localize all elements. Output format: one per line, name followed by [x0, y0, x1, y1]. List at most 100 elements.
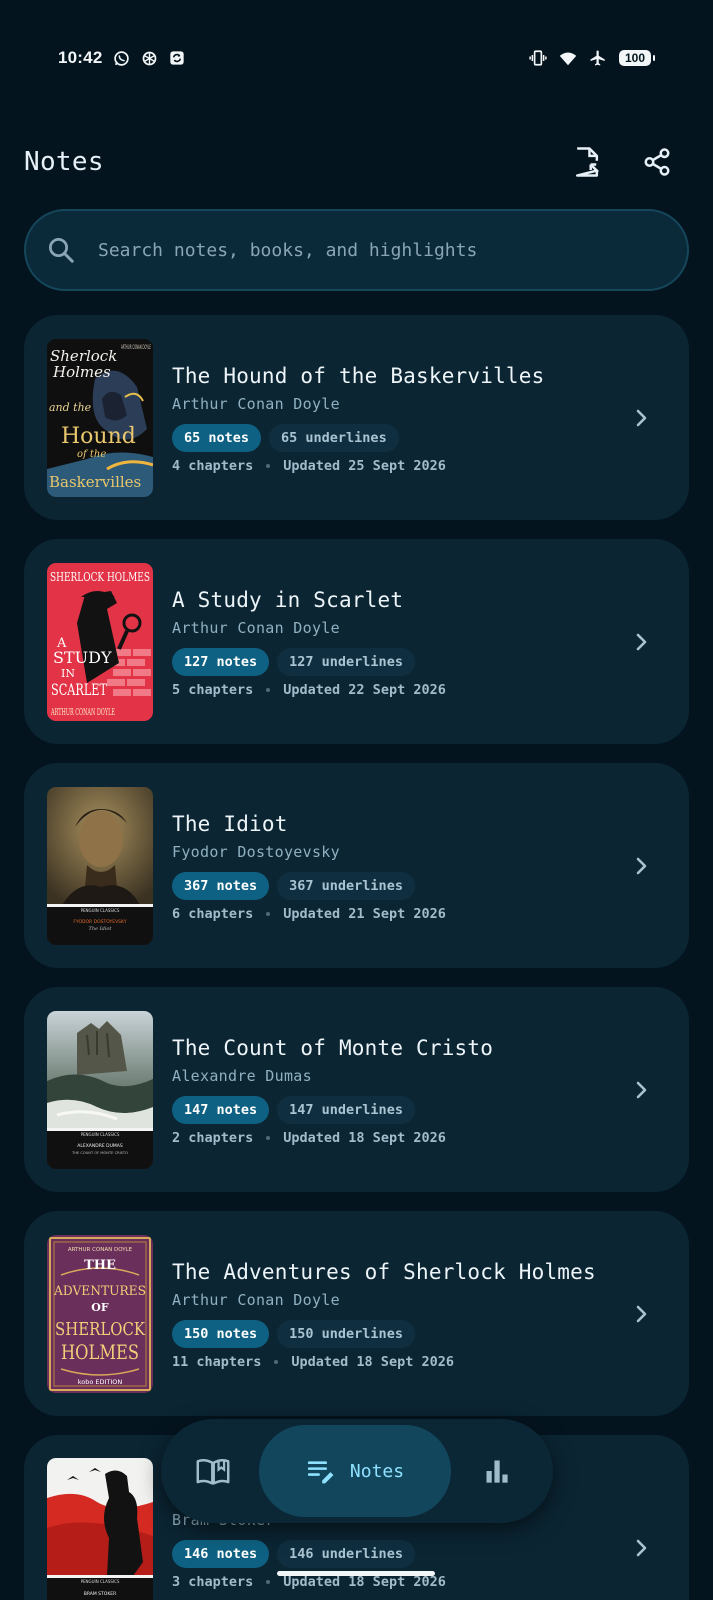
open-book-icon: [196, 1458, 230, 1485]
nav-notes-button[interactable]: Notes: [259, 1425, 451, 1517]
book-cover: PENGUIN CLASSICS ALEXANDRE DUMAS THE COU…: [47, 1010, 153, 1169]
cover-text: of the: [77, 449, 106, 460]
cover-text: ADVENTURES: [53, 1284, 146, 1299]
book-title: The Adventures of Sherlock Holmes: [172, 1259, 596, 1284]
chevron-right-icon: [636, 857, 647, 874]
cover-text: The Idiot: [89, 926, 113, 932]
chapters-count: 4 chapters: [172, 457, 254, 474]
cover-text: SCARLET: [51, 680, 107, 699]
bottom-navigation: Notes: [161, 1419, 553, 1523]
cover-text: PENGUIN CLASSICS: [81, 1579, 120, 1584]
cover-text: PENGUIN CLASSICS: [81, 1132, 120, 1137]
chapters-count: 3 chapters: [172, 1574, 254, 1590]
updated-date: Updated 22 Sept 2026: [283, 681, 446, 698]
book-card[interactable]: PENGUIN CLASSICS FYODOR DOSTOYEVSKY The …: [24, 763, 689, 968]
book-card[interactable]: ARTHUR CONAN DOYLE THE ADVENTURES OF SHE…: [24, 1211, 689, 1416]
book-author: Alexandre Dumas: [172, 1066, 312, 1085]
status-bar: 10:42 100: [58, 44, 655, 72]
nav-library-button[interactable]: [167, 1425, 259, 1517]
search-icon: [49, 238, 74, 263]
cover-text: Hound: [61, 424, 136, 449]
cover-text: kobo EDITION: [78, 1378, 123, 1386]
battery-indicator: 100: [619, 50, 655, 66]
underlines-count-chip: 65 underlines: [269, 423, 399, 452]
chevron-right-icon: [636, 1539, 647, 1557]
book-title: A Study in Scarlet: [172, 587, 404, 612]
cover-text: Baskervilles: [49, 473, 141, 491]
book-card[interactable]: PENGUIN CLASSICS ALEXANDRE DUMAS THE COU…: [24, 987, 689, 1192]
underlines-count-chip: 367 underlines: [277, 871, 415, 900]
page-title: Notes: [24, 147, 104, 177]
book-title: The Idiot: [172, 811, 288, 836]
notes-count-chip: 367 notes: [172, 871, 270, 900]
cover-text: ARTHUR CONAN DOYLE: [68, 1247, 133, 1253]
search-input[interactable]: [98, 239, 638, 261]
separator-dot: [274, 1359, 279, 1364]
updated-date: Updated 18 Sept 2026: [291, 1353, 454, 1370]
book-card[interactable]: SHERLOCK HOLMES A STUDY IN SCARLET ARTHU…: [24, 539, 689, 744]
separator-dot: [266, 911, 271, 916]
chapters-count: 6 chapters: [172, 905, 254, 922]
chapters-count: 2 chapters: [172, 1129, 254, 1146]
updated-date: Updated 21 Sept 2026: [283, 905, 446, 922]
chapters-count: 5 chapters: [172, 681, 254, 698]
nav-stats-button[interactable]: [451, 1425, 543, 1517]
airplane-mode-icon: [589, 49, 607, 67]
home-indicator[interactable]: [277, 1571, 435, 1576]
notes-count-chip: 146 notes: [172, 1540, 270, 1568]
cover-text: THE: [84, 1258, 116, 1273]
cover-text: and the: [49, 401, 92, 414]
notes-count-chip: 127 notes: [172, 647, 270, 676]
search-bar[interactable]: [24, 209, 689, 291]
export-file-button[interactable]: [571, 146, 603, 178]
cover-text: SHERLOCK HOLMES: [50, 569, 150, 584]
nav-notes-label: Notes: [349, 1460, 405, 1482]
updated-date: Updated 18 Sept 2026: [283, 1574, 446, 1590]
chevron-right-icon: [636, 409, 647, 426]
sync-app-icon: [168, 49, 186, 67]
book-card[interactable]: Sherlock Holmes and the Hound of the Bas…: [24, 315, 689, 520]
share-button[interactable]: [641, 146, 673, 178]
app-header: Notes: [24, 140, 689, 184]
chapters-count: 11 chapters: [172, 1353, 262, 1370]
underlines-count-chip: 146 underlines: [277, 1540, 415, 1568]
status-time: 10:42: [58, 48, 103, 67]
book-author: Fyodor Dostoyevsky: [172, 842, 340, 861]
cover-text: STUDY: [53, 648, 112, 667]
separator-dot: [266, 1580, 271, 1584]
chevron-right-icon: [636, 1081, 647, 1098]
book-title: The Hound of the Baskervilles: [172, 363, 545, 388]
cover-text: ARTHUR CONAN DOYLE: [121, 343, 151, 351]
notes-count-chip: 150 notes: [172, 1319, 270, 1348]
book-cover: PENGUIN CLASSICS BRAM STOKER: [47, 1458, 153, 1600]
cover-text: PENGUIN CLASSICS: [81, 908, 120, 913]
book-author: Arthur Conan Doyle: [172, 1290, 340, 1309]
bar-chart-icon: [486, 1460, 508, 1483]
cover-text: ALEXANDRE DUMAS: [77, 1143, 123, 1149]
separator-dot: [266, 463, 271, 468]
wifi-icon: [559, 49, 577, 67]
updated-date: Updated 25 Sept 2026: [283, 457, 446, 474]
underlines-count-chip: 150 underlines: [277, 1319, 415, 1348]
book-author: Arthur Conan Doyle: [172, 618, 340, 637]
chevron-right-icon: [636, 1305, 647, 1322]
underlines-count-chip: 147 underlines: [277, 1095, 415, 1124]
separator-dot: [266, 1135, 271, 1140]
cover-text: FYODOR DOSTOYEVSKY: [73, 919, 126, 925]
underlines-count-chip: 127 underlines: [277, 647, 415, 676]
separator-dot: [266, 687, 271, 692]
share-icon: [644, 148, 670, 176]
updated-date: Updated 18 Sept 2026: [283, 1129, 446, 1146]
cover-text: SHERLOCK: [55, 1319, 145, 1340]
cover-text: IN: [61, 667, 75, 680]
notes-count-chip: 147 notes: [172, 1095, 270, 1124]
notes-count-chip: 65 notes: [172, 423, 262, 452]
cover-text: BRAM STOKER: [84, 1591, 117, 1597]
chevron-right-icon: [636, 633, 647, 650]
cover-text: THE COUNT OF MONTE CRISTO: [71, 1151, 128, 1155]
book-author: Arthur Conan Doyle: [172, 394, 340, 413]
cover-text: HOLMES: [61, 1340, 139, 1364]
cover-text: Holmes: [52, 363, 111, 381]
vibrate-icon: [529, 49, 547, 67]
file-export-icon: [575, 147, 599, 177]
